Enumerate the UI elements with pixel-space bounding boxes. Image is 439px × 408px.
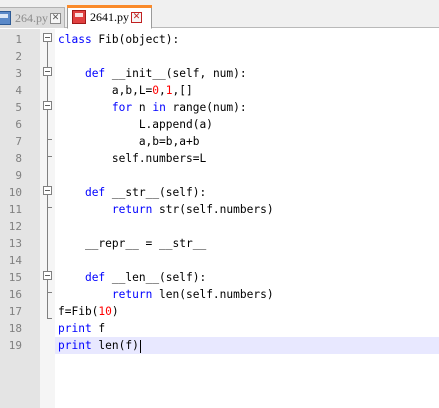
- line-number: 2: [15, 50, 22, 63]
- code-text: __repr__ = __str__: [58, 237, 207, 250]
- code-line[interactable]: print len(f): [55, 337, 439, 354]
- fold-end-marker: [47, 318, 52, 319]
- code-text: return len(self.numbers): [111, 288, 274, 301]
- line-number: 10: [8, 186, 22, 199]
- code-line[interactable]: [55, 48, 439, 65]
- fold-toggle-icon[interactable]: [43, 67, 52, 76]
- fold-toggle-icon[interactable]: [43, 186, 52, 195]
- fold-toggle-icon[interactable]: [43, 271, 52, 280]
- code-area[interactable]: class Fib(object): def __init__(self, nu…: [55, 29, 439, 408]
- line-number-gutter: 1 2 3 4 5 6 7 8 9 10 11 12 13 14 15 16 17 18 19: [0, 29, 40, 408]
- line-number: 6: [15, 118, 22, 131]
- line-number: 19: [8, 339, 22, 352]
- code-text: a,b,L=0,1,[]: [58, 84, 193, 97]
- fold-margin: [40, 29, 55, 408]
- code-line[interactable]: self.numbers=L: [55, 150, 439, 167]
- line-number: 12: [8, 220, 22, 233]
- fold-end-marker: [47, 292, 52, 293]
- fold-end-marker: [47, 207, 52, 208]
- tab-264-py[interactable]: 264.py ✕: [0, 7, 65, 28]
- code-text: def __init__(self, num):: [84, 67, 247, 80]
- unsaved-file-icon: [72, 10, 86, 24]
- code-line[interactable]: def __init__(self, num):: [55, 65, 439, 82]
- line-number: 5: [15, 101, 22, 114]
- line-number: 3: [15, 67, 22, 80]
- line-number: 1: [15, 33, 22, 46]
- code-line[interactable]: [55, 167, 439, 184]
- code-line[interactable]: a,b=b,a+b: [55, 133, 439, 150]
- line-number: 13: [8, 237, 22, 250]
- tab-label: 2641.py: [90, 9, 129, 24]
- text-caret: [139, 339, 141, 353]
- line-number: 7: [15, 135, 22, 148]
- code-text: print f: [58, 322, 106, 335]
- code-line[interactable]: print f: [55, 320, 439, 337]
- close-tab-icon[interactable]: ✕: [131, 11, 142, 23]
- code-line[interactable]: [55, 218, 439, 235]
- code-text: a,b=b,a+b: [58, 135, 200, 148]
- line-number: 4: [15, 84, 22, 97]
- line-number: 16: [8, 288, 22, 301]
- line-number: 9: [15, 169, 22, 182]
- fold-end-marker: [47, 156, 52, 157]
- line-number: 18: [8, 322, 22, 335]
- code-text: def __len__(self):: [84, 271, 207, 284]
- code-line[interactable]: return str(self.numbers): [55, 201, 439, 218]
- line-number: 11: [8, 203, 22, 216]
- tab-label: 264.py: [15, 10, 48, 25]
- fold-end-marker: [47, 139, 52, 140]
- code-line[interactable]: [55, 252, 439, 269]
- code-text: f=Fib(10): [58, 305, 119, 318]
- line-number: 14: [8, 254, 22, 267]
- code-line[interactable]: L.append(a): [55, 116, 439, 133]
- code-editor[interactable]: 1 2 3 4 5 6 7 8 9 10 11 12 13 14 15 16 17 18 19 class Fib(…: [0, 29, 439, 408]
- code-text: return str(self.numbers): [111, 203, 274, 216]
- code-text: print len(f): [58, 339, 141, 353]
- line-number: 15: [8, 271, 22, 284]
- code-line[interactable]: a,b,L=0,1,[]: [55, 82, 439, 99]
- code-text: class Fib(object):: [58, 33, 180, 46]
- code-line[interactable]: for n in range(num):: [55, 99, 439, 116]
- close-tab-icon[interactable]: ✕: [50, 12, 61, 24]
- fold-toggle-icon[interactable]: [43, 101, 52, 110]
- code-text: L.append(a): [58, 118, 213, 131]
- line-number: 17: [8, 305, 22, 318]
- python-file-icon: [0, 11, 11, 25]
- line-number: 8: [15, 152, 22, 165]
- code-line[interactable]: def __len__(self):: [55, 269, 439, 286]
- code-line[interactable]: __repr__ = __str__: [55, 235, 439, 252]
- code-line[interactable]: return len(self.numbers): [55, 286, 439, 303]
- code-line[interactable]: class Fib(object):: [55, 31, 439, 48]
- code-text: def __str__(self):: [84, 186, 207, 199]
- fold-toggle-icon[interactable]: [43, 33, 52, 42]
- code-line[interactable]: f=Fib(10): [55, 303, 439, 320]
- code-text: self.numbers=L: [58, 152, 207, 165]
- code-text: for n in range(num):: [111, 101, 247, 114]
- tab-2641-py[interactable]: 2641.py ✕: [67, 5, 152, 29]
- code-line[interactable]: def __str__(self):: [55, 184, 439, 201]
- tab-bar: 264.py ✕ 2641.py ✕: [0, 0, 439, 29]
